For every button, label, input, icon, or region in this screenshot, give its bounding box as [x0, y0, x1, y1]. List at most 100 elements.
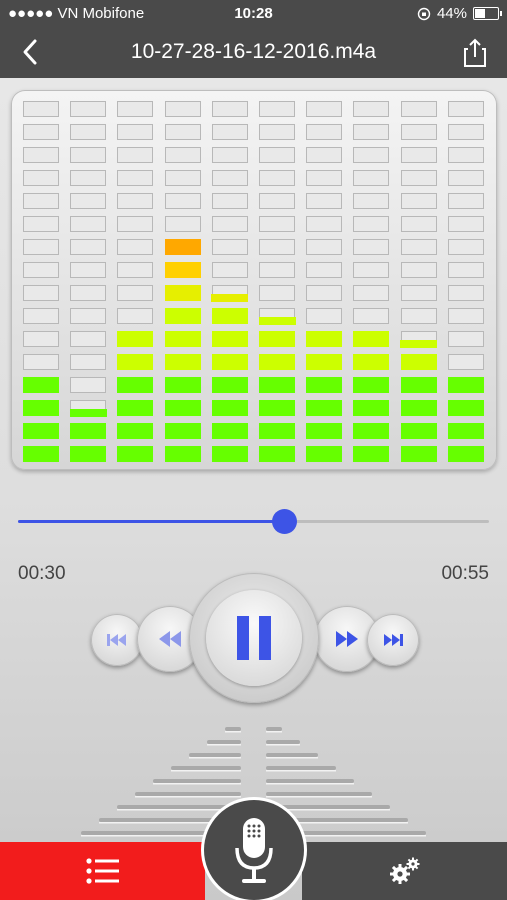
eq-cell [353, 400, 390, 416]
eq-cell [23, 101, 59, 117]
battery-percent: 44% [436, 5, 467, 22]
eq-cell [164, 262, 201, 278]
eq-cell [70, 308, 107, 324]
eq-cell [447, 101, 484, 117]
eq-cell [23, 308, 59, 324]
eq-cell [164, 239, 201, 255]
eq-cell [211, 308, 248, 324]
eq-cell [23, 147, 59, 163]
eq-cell [447, 147, 484, 163]
eq-cell [353, 377, 390, 393]
eq-cell [306, 354, 343, 370]
eq-cell [23, 216, 59, 232]
grille-slot [266, 792, 372, 796]
eq-cell [70, 377, 107, 393]
record-button[interactable] [204, 800, 304, 900]
eq-cell [164, 423, 201, 439]
grille-slot [171, 766, 241, 770]
eq-cell [259, 124, 295, 140]
eq-cell [164, 101, 201, 117]
eq-cell [400, 377, 437, 393]
eq-cell [259, 331, 295, 347]
grille-slot-highlight [189, 757, 241, 759]
eq-cell [306, 216, 343, 232]
eq-cell [258, 308, 296, 325]
eq-cell [23, 423, 59, 439]
eq-cell [70, 147, 107, 163]
grille-slot [266, 779, 354, 783]
pause-button-inner [206, 590, 302, 686]
eq-cell [400, 193, 437, 209]
eq-cell [353, 308, 390, 324]
eq-cell [164, 377, 201, 393]
eq-cell [400, 216, 437, 232]
grille-slot [153, 779, 241, 783]
seek-thumb[interactable] [272, 509, 298, 534]
eq-cell [400, 147, 437, 163]
eq-cell [117, 423, 154, 439]
eq-cell [70, 193, 107, 209]
eq-cell [70, 446, 107, 462]
grille-slot-highlight [266, 796, 372, 798]
share-button[interactable] [463, 38, 487, 73]
eq-cell [259, 101, 295, 117]
grille-slot [266, 727, 282, 731]
eq-cell [23, 193, 59, 209]
eq-cell [69, 400, 107, 417]
eq-cell [400, 124, 437, 140]
eq-cell [70, 216, 107, 232]
eq-cell [259, 354, 295, 370]
eq-cell [211, 101, 248, 117]
grille-slot-highlight [266, 770, 336, 772]
eq-cell [306, 124, 343, 140]
eq-cell [117, 331, 154, 347]
eq-cell [447, 239, 484, 255]
eq-cell [211, 124, 248, 140]
eq-cell [306, 446, 343, 462]
pause-button[interactable] [189, 573, 319, 703]
eq-cell [117, 170, 154, 186]
eq-cell [117, 377, 154, 393]
eq-cell [447, 124, 484, 140]
list-icon [86, 858, 119, 884]
eq-cell [70, 285, 107, 301]
eq-cell [23, 354, 59, 370]
eq-cell [70, 354, 107, 370]
grille-slot-highlight [266, 757, 318, 759]
skip-forward-button[interactable] [367, 614, 419, 666]
eq-cell [447, 331, 484, 347]
eq-cell [306, 193, 343, 209]
eq-cell [353, 354, 390, 370]
status-bar: ●●●●● VN Mobifone 10:28 44% [0, 0, 507, 28]
eq-cell [211, 239, 248, 255]
eq-cell [23, 331, 59, 347]
eq-cell [117, 285, 154, 301]
tab-recordings-list[interactable] [0, 842, 205, 900]
grille-slot-highlight [266, 731, 282, 733]
eq-cell [306, 170, 343, 186]
eq-cell [117, 400, 154, 416]
eq-cell [447, 308, 484, 324]
eq-cell [259, 423, 295, 439]
eq-cell [211, 423, 248, 439]
eq-cell [447, 285, 484, 301]
skip-back-button[interactable] [91, 614, 143, 666]
eq-cell [400, 423, 437, 439]
eq-cell [164, 308, 201, 324]
eq-cell [353, 216, 390, 232]
eq-cell [164, 285, 201, 301]
eq-cell [447, 400, 484, 416]
eq-cell [306, 400, 343, 416]
eq-cell [353, 262, 390, 278]
grille-slot-highlight [266, 744, 300, 746]
eq-cell [164, 400, 201, 416]
eq-cell [400, 262, 437, 278]
seek-bar[interactable] [18, 509, 489, 534]
eq-cell [70, 331, 107, 347]
eq-cell [306, 239, 343, 255]
eq-cell [259, 285, 295, 301]
eq-cell [117, 446, 154, 462]
eq-cell [117, 262, 154, 278]
tab-settings[interactable] [302, 842, 507, 900]
eq-cell [23, 170, 59, 186]
